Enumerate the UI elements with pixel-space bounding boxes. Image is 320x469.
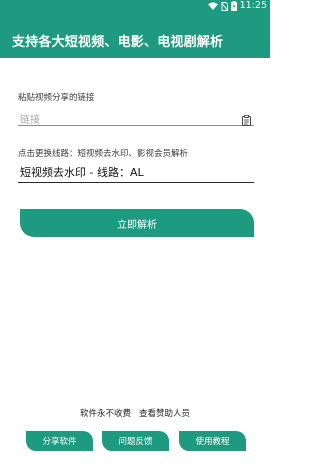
- no-sim-icon: [220, 1, 228, 11]
- link-input[interactable]: [18, 112, 228, 129]
- footer-text: 软件永不收费 查看赞助人员: [0, 407, 270, 419]
- clipboard-paste-icon[interactable]: [242, 111, 251, 130]
- feedback-button[interactable]: 问题反馈: [102, 431, 169, 451]
- route-selector[interactable]: 短视频去水印 - 线路：AL: [18, 165, 254, 183]
- battery-charging-icon: [230, 1, 237, 11]
- link-field[interactable]: [18, 108, 254, 129]
- app-bar: 支持各大短视频、电影、电视剧解析: [0, 12, 270, 58]
- share-software-button[interactable]: 分享软件: [26, 431, 93, 451]
- free-software-text: 软件永不收费: [79, 409, 131, 419]
- app-title: 支持各大短视频、电影、电视剧解析: [12, 35, 224, 50]
- parse-now-button[interactable]: 立即解析: [20, 209, 254, 237]
- link-label: 粘贴视频分享的链接: [18, 93, 95, 103]
- tutorial-button[interactable]: 使用教程: [179, 431, 246, 451]
- view-sponsors-link[interactable]: 查看赞助人员: [139, 409, 190, 419]
- route-label: 点击更换线路：短视频去水印、影视会员解析: [18, 149, 189, 159]
- status-time: 11:25: [239, 0, 267, 11]
- status-bar: 11:25: [0, 0, 270, 12]
- selected-route[interactable]: 短视频去水印 - 线路：AL: [20, 165, 144, 181]
- wifi-icon: [207, 2, 218, 10]
